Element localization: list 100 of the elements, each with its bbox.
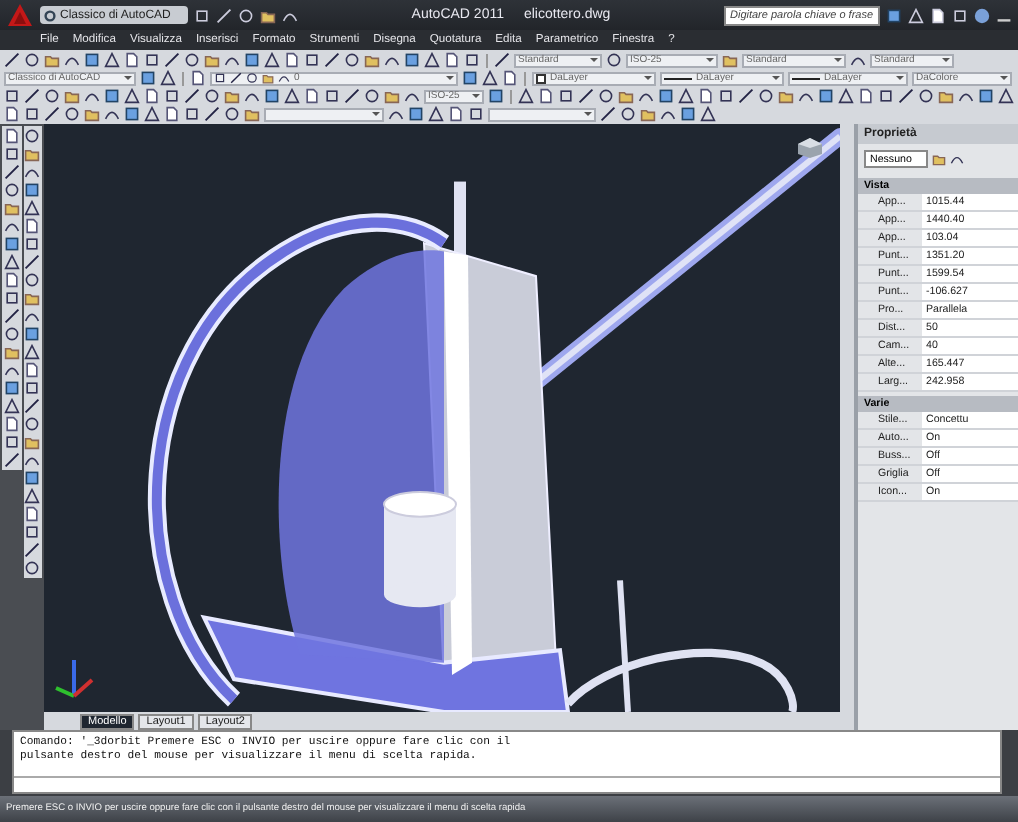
square-icon[interactable]	[4, 88, 20, 104]
arc-icon[interactable]	[24, 452, 41, 468]
arc-icon[interactable]	[64, 52, 80, 68]
page-icon[interactable]	[502, 70, 518, 86]
circle-icon[interactable]	[246, 72, 258, 84]
circle-icon[interactable]	[204, 88, 220, 104]
square-icon[interactable]	[164, 88, 180, 104]
folder-icon[interactable]	[262, 72, 274, 84]
circle-icon[interactable]	[606, 52, 622, 68]
square-icon[interactable]	[658, 88, 674, 104]
vertical-scrollbar[interactable]	[840, 124, 854, 730]
arc-icon[interactable]	[244, 88, 260, 104]
arc-icon[interactable]	[798, 88, 814, 104]
triangle-icon[interactable]	[3, 254, 20, 270]
folder-icon[interactable]	[24, 290, 41, 306]
circle-icon[interactable]	[918, 88, 934, 104]
folder-icon[interactable]	[260, 7, 276, 23]
help-icon[interactable]	[974, 7, 990, 23]
square-icon[interactable]	[304, 52, 320, 68]
arc-icon[interactable]	[24, 308, 41, 324]
line-icon[interactable]	[898, 88, 914, 104]
square-icon[interactable]	[404, 52, 420, 68]
line-icon[interactable]	[738, 88, 754, 104]
page-icon[interactable]	[24, 362, 41, 378]
circle-icon[interactable]	[3, 326, 20, 342]
square-icon[interactable]	[24, 524, 41, 540]
folder-icon[interactable]	[3, 344, 20, 360]
arc-icon[interactable]	[278, 72, 290, 84]
square-icon[interactable]	[104, 88, 120, 104]
page-icon[interactable]	[190, 70, 206, 86]
arc-icon[interactable]	[958, 88, 974, 104]
square-icon[interactable]	[124, 106, 140, 122]
square-icon[interactable]	[680, 106, 696, 122]
arc-icon[interactable]	[224, 52, 240, 68]
square-icon[interactable]	[24, 182, 41, 198]
arc-icon[interactable]	[3, 362, 20, 378]
circle-icon[interactable]	[24, 128, 41, 144]
arc-icon[interactable]	[950, 152, 964, 166]
line-icon[interactable]	[230, 72, 242, 84]
line-icon[interactable]	[600, 106, 616, 122]
square-icon[interactable]	[462, 70, 478, 86]
line-icon[interactable]	[204, 106, 220, 122]
square-icon[interactable]	[24, 326, 41, 342]
line-icon[interactable]	[578, 88, 594, 104]
triangle-icon[interactable]	[482, 70, 498, 86]
square-icon[interactable]	[3, 236, 20, 252]
page-icon[interactable]	[3, 416, 20, 432]
square-icon[interactable]	[144, 52, 160, 68]
triangle-icon[interactable]	[24, 488, 41, 504]
line-icon[interactable]	[3, 308, 20, 324]
triangle-icon[interactable]	[518, 88, 534, 104]
square-icon[interactable]	[408, 106, 424, 122]
triangle-icon[interactable]	[264, 52, 280, 68]
square-icon[interactable]	[886, 7, 902, 23]
square-icon[interactable]	[878, 88, 894, 104]
line-icon[interactable]	[324, 52, 340, 68]
arc-icon[interactable]	[3, 218, 20, 234]
square-icon[interactable]	[244, 52, 260, 68]
line-icon[interactable]	[24, 254, 41, 270]
line-icon[interactable]	[24, 542, 41, 558]
circle-icon[interactable]	[3, 182, 20, 198]
page-icon[interactable]	[24, 506, 41, 522]
folder-icon[interactable]	[24, 146, 41, 162]
triangle-icon[interactable]	[838, 88, 854, 104]
folder-icon[interactable]	[3, 200, 20, 216]
circle-icon[interactable]	[24, 272, 41, 288]
square-icon[interactable]	[488, 88, 505, 104]
circle-icon[interactable]	[24, 52, 40, 68]
triangle-icon[interactable]	[160, 70, 176, 86]
square-icon[interactable]	[3, 380, 20, 396]
square-icon[interactable]	[24, 106, 40, 122]
square-icon[interactable]	[558, 88, 574, 104]
triangle-icon[interactable]	[998, 88, 1014, 104]
triangle-icon[interactable]	[104, 52, 120, 68]
line-icon[interactable]	[164, 52, 180, 68]
square-icon[interactable]	[818, 88, 834, 104]
circle-icon[interactable]	[364, 88, 380, 104]
circle-icon[interactable]	[24, 416, 41, 432]
page-icon[interactable]	[24, 218, 41, 234]
circle-icon[interactable]	[344, 52, 360, 68]
line-icon[interactable]	[494, 52, 510, 68]
line-icon[interactable]	[24, 398, 41, 414]
circle-icon[interactable]	[224, 106, 240, 122]
arc-icon[interactable]	[384, 52, 400, 68]
arc-icon[interactable]	[850, 52, 866, 68]
circle-icon[interactable]	[24, 560, 41, 576]
folder-icon[interactable]	[24, 434, 41, 450]
triangle-icon[interactable]	[24, 200, 41, 216]
square-icon[interactable]	[468, 106, 484, 122]
square-icon[interactable]	[84, 52, 100, 68]
square-icon[interactable]	[3, 434, 20, 450]
line-icon[interactable]	[184, 88, 200, 104]
page-icon[interactable]	[3, 272, 20, 288]
square-icon[interactable]	[978, 88, 994, 104]
circle-icon[interactable]	[598, 88, 614, 104]
folder-icon[interactable]	[778, 88, 794, 104]
circle-icon[interactable]	[64, 106, 80, 122]
square-icon[interactable]	[324, 88, 340, 104]
triangle-icon[interactable]	[428, 106, 444, 122]
circle-icon[interactable]	[44, 88, 60, 104]
